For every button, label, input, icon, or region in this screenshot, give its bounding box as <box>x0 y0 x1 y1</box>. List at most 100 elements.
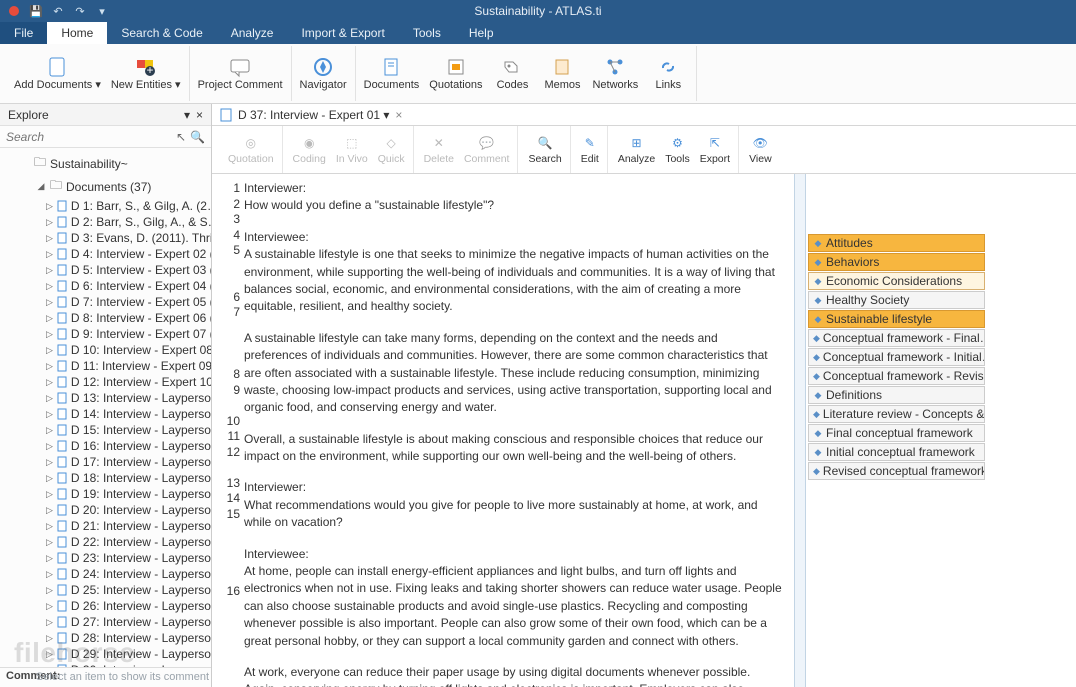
menu-home[interactable]: Home <box>47 22 107 44</box>
code-icon: ◆ <box>813 333 820 343</box>
code-tag[interactable]: ◆Attitudes <box>808 234 985 252</box>
document-content[interactable]: Interviewer: How would you define a "sus… <box>244 174 794 687</box>
window-title: Sustainability - ATLAS.ti <box>474 4 601 18</box>
add-documents-button[interactable]: Add Documents ▾ <box>14 56 101 91</box>
doc-icon <box>57 216 67 228</box>
paragraph[interactable]: Interviewer: What recommendations would … <box>244 479 782 531</box>
tree-document-item[interactable]: ▷D 21: Interview - Layperso… <box>0 518 211 534</box>
paragraph[interactable]: Interviewee: A sustainable lifestyle is … <box>244 229 782 316</box>
coding-tool[interactable]: ◉Coding <box>293 134 326 165</box>
qat-more-icon[interactable]: ▾ <box>94 3 110 19</box>
code-tag[interactable]: ◆Behaviors <box>808 253 985 271</box>
analyze-tool[interactable]: ⊞Analyze <box>618 134 655 165</box>
quick-tool[interactable]: ◇Quick <box>378 134 405 165</box>
tree-document-item[interactable]: ▷D 10: Interview - Expert 08… <box>0 342 211 358</box>
search-icon[interactable]: 🔍 <box>190 130 205 144</box>
tree-document-item[interactable]: ▷D 26: Interview - Layperso… <box>0 598 211 614</box>
project-comment-button[interactable]: Project Comment <box>198 56 283 91</box>
quotation-tool[interactable]: ◎Quotation <box>228 134 274 165</box>
code-tag[interactable]: ◆Conceptual framework - Revis… <box>808 367 985 385</box>
tree-document-item[interactable]: ▷D 12: Interview - Expert 10… <box>0 374 211 390</box>
tree-document-item[interactable]: ▷D 8: Interview - Expert 06 (7) <box>0 310 211 326</box>
networks-button[interactable]: Networks <box>592 56 638 91</box>
document-body[interactable]: 12345678910111213141516 Interviewer: How… <box>212 174 1076 687</box>
close-tab-icon[interactable]: × <box>395 108 402 122</box>
code-tag[interactable]: ◆Revised conceptual framework <box>808 462 985 480</box>
code-tag[interactable]: ◆Economic Considerations <box>808 272 985 290</box>
tree-document-item[interactable]: ▷D 23: Interview - Layperso… <box>0 550 211 566</box>
code-tag[interactable]: ◆Definitions <box>808 386 985 404</box>
comment-tool[interactable]: 💬Comment <box>464 134 510 165</box>
paragraph[interactable]: At work, everyone can reduce their paper… <box>244 664 782 687</box>
paragraph[interactable]: Interviewer: How would you define a "sus… <box>244 180 782 215</box>
tree-document-item[interactable]: ▷D 19: Interview - Layperso… <box>0 486 211 502</box>
code-tag[interactable]: ◆Healthy Society <box>808 291 985 309</box>
navigator-button[interactable]: Navigator <box>300 56 347 91</box>
paragraph[interactable]: Overall, a sustainable lifestyle is abou… <box>244 431 782 466</box>
code-tag[interactable]: ◆Literature review - Concepts &… <box>808 405 985 423</box>
menu-file[interactable]: File <box>0 22 47 44</box>
undo-icon[interactable]: ↶ <box>50 3 66 19</box>
tree-document-item[interactable]: ▷D 11: Interview - Expert 09… <box>0 358 211 374</box>
tree-document-item[interactable]: ▷D 25: Interview - Layperso… <box>0 582 211 598</box>
tree-document-item[interactable]: ▷D 22: Interview - Layperso… <box>0 534 211 550</box>
tree-document-item[interactable]: ▷D 15: Interview - Layperso… <box>0 422 211 438</box>
tools-tool[interactable]: ⚙Tools <box>665 134 690 165</box>
search-tool[interactable]: 🔍Search <box>528 134 561 165</box>
links-button[interactable]: Links <box>648 56 688 91</box>
tree-document-item[interactable]: ▷D 18: Interview - Layperso… <box>0 470 211 486</box>
tree-documents-folder[interactable]: ◢🗀Documents (37) <box>0 175 211 198</box>
quotations-button[interactable]: Quotations <box>429 56 482 91</box>
project-tree[interactable]: 🗀Sustainability~ ◢🗀Documents (37) ▷D 1: … <box>0 148 211 667</box>
code-tag[interactable]: ◆Final conceptual framework <box>808 424 985 442</box>
delete-tool[interactable]: ✕Delete <box>424 134 454 165</box>
tree-document-item[interactable]: ▷D 20: Interview - Layperso… <box>0 502 211 518</box>
memos-button[interactable]: Memos <box>542 56 582 91</box>
tree-document-item[interactable]: ▷D 6: Interview - Expert 04 (8) <box>0 278 211 294</box>
search-row: ↖ 🔍 <box>0 126 211 148</box>
export-tool[interactable]: ⇱Export <box>700 134 730 165</box>
code-tag[interactable]: ◆Sustainable lifestyle <box>808 310 985 328</box>
view-tool[interactable]: 👁View <box>749 134 772 165</box>
tree-root[interactable]: 🗀Sustainability~ <box>0 152 211 175</box>
invivo-tool[interactable]: ⬚In Vivo <box>336 134 368 165</box>
code-margin-bar[interactable] <box>794 174 806 687</box>
documents-button[interactable]: Documents <box>364 56 420 91</box>
menu-analyze[interactable]: Analyze <box>217 22 288 44</box>
tree-document-item[interactable]: ▷D 24: Interview - Layperso… <box>0 566 211 582</box>
edit-tool[interactable]: ✎Edit <box>581 134 599 165</box>
save-icon[interactable]: 💾 <box>28 3 44 19</box>
code-tag[interactable]: ◆Conceptual framework - Initial… <box>808 348 985 366</box>
tree-document-item[interactable]: ▷D 9: Interview - Expert 07 (7) <box>0 326 211 342</box>
new-entities-button[interactable]: +New Entities ▾ <box>111 56 181 91</box>
tree-document-item[interactable]: ▷D 14: Interview - Layperso… <box>0 406 211 422</box>
tree-document-item[interactable]: ▷D 27: Interview - Layperso… <box>0 614 211 630</box>
explorer-header: Explore ▾× <box>0 104 211 126</box>
tree-document-item[interactable]: ▷D 7: Interview - Expert 05 (8) <box>0 294 211 310</box>
search-input[interactable] <box>6 130 172 144</box>
tree-document-item[interactable]: ▷D 2: Barr, S., Gilg, A., & S…~ <box>0 214 211 230</box>
menu-search-code[interactable]: Search & Code <box>107 22 216 44</box>
redo-icon[interactable]: ↷ <box>72 3 88 19</box>
document-tab[interactable]: D 37: Interview - Expert 01 ▾ × <box>212 104 1076 126</box>
tree-document-item[interactable]: ▷D 3: Evans, D. (2011). Thri…~ <box>0 230 211 246</box>
tree-document-item[interactable]: ▷D 17: Interview - Layperso… <box>0 454 211 470</box>
tree-document-item[interactable]: ▷D 5: Interview - Expert 03 (7) <box>0 262 211 278</box>
paragraph[interactable]: A sustainable lifestyle can take many fo… <box>244 330 782 417</box>
menu-tools[interactable]: Tools <box>399 22 455 44</box>
codes-button[interactable]: Codes <box>492 56 532 91</box>
panel-dropdown-icon[interactable]: ▾ <box>184 108 190 122</box>
code-tag[interactable]: ◆Conceptual framework - Final… <box>808 329 985 347</box>
tree-document-item[interactable]: ▷D 13: Interview - Layperso… <box>0 390 211 406</box>
code-icon: ◆ <box>813 238 823 248</box>
tree-document-item[interactable]: ▷D 16: Interview - Layperso… <box>0 438 211 454</box>
paragraph[interactable]: Interviewee: At home, people can install… <box>244 546 782 650</box>
code-tag[interactable]: ◆Initial conceptual framework <box>808 443 985 461</box>
menu-help[interactable]: Help <box>455 22 508 44</box>
code-panel: ◆Attitudes◆Behaviors◆Economic Considerat… <box>806 174 991 687</box>
menu-import-export[interactable]: Import & Export <box>287 22 398 44</box>
tree-document-item[interactable]: ▷D 1: Barr, S., & Gilg, A. (2…~ <box>0 198 211 214</box>
panel-close-icon[interactable]: × <box>196 108 203 122</box>
doc-icon <box>57 344 67 356</box>
tree-document-item[interactable]: ▷D 4: Interview - Expert 02 (… <box>0 246 211 262</box>
